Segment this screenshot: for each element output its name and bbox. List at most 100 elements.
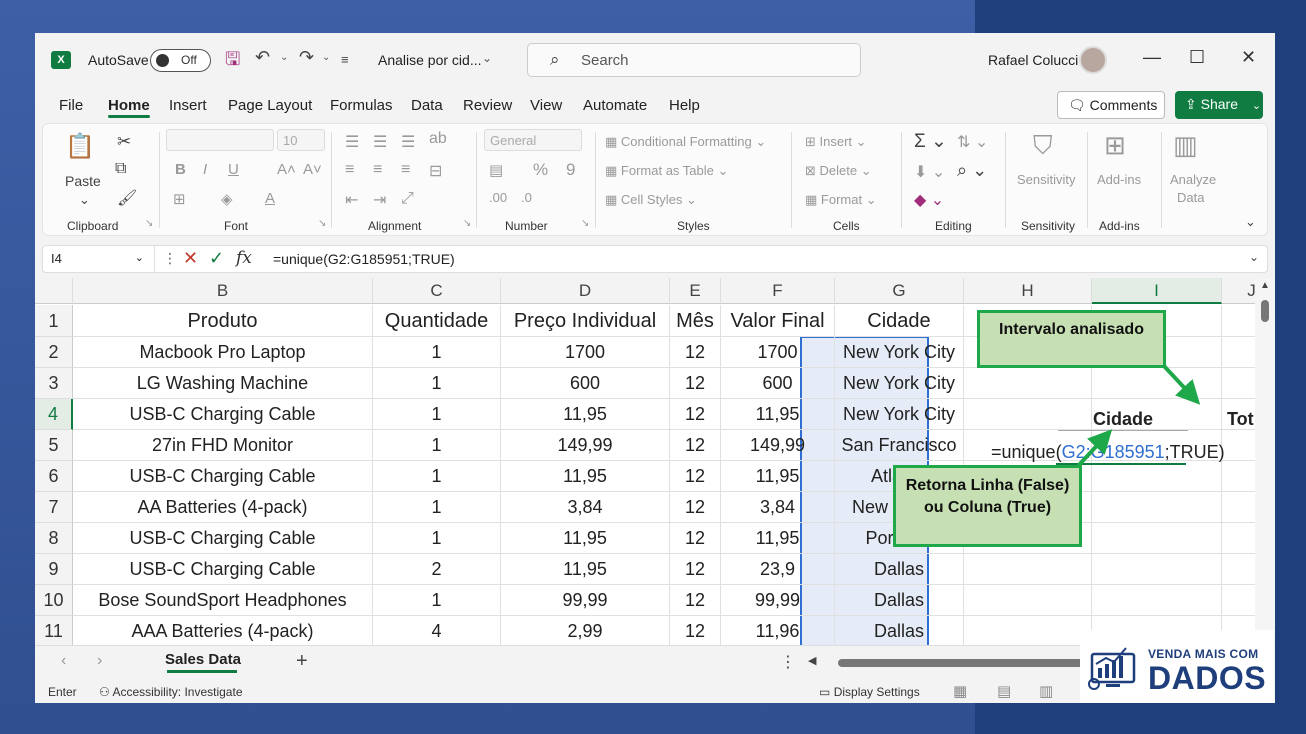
tab-home[interactable]: Home [108,97,150,114]
table-cell[interactable]: 23,9 [721,554,835,585]
sheet-tab-sales-data[interactable]: Sales Data [157,646,249,676]
unique-formula-cell[interactable]: =unique(G2:G185951;TRUE) [991,442,1225,463]
comma-icon[interactable]: 9 [566,160,575,180]
share-button[interactable]: ⇪ Share ⌄ [1175,91,1263,119]
table-cell[interactable]: New York City [835,399,964,430]
normal-view-icon[interactable]: ▦ [953,682,967,700]
sensitivity-button[interactable]: Sensitivity [1017,172,1076,187]
table-cell[interactable]: 11,95 [501,523,670,554]
row-header-6[interactable]: 6 [35,461,73,492]
name-box[interactable]: I4 ⌄ [43,246,155,272]
table-header-cell[interactable]: Cidade [835,305,964,337]
table-cell[interactable]: 11,95 [721,523,835,554]
column-header-h[interactable]: H [964,278,1092,304]
table-cell[interactable]: 2,99 [501,616,670,645]
horizontal-scroll-thumb[interactable] [838,659,1088,667]
tab-page-layout[interactable]: Page Layout [228,97,312,114]
number-launcher-icon[interactable]: ↘ [581,218,589,229]
table-header-cell[interactable]: Quantidade [373,305,501,337]
format-as-table-button[interactable]: ▦ Format as Table ⌄ [605,163,728,179]
tab-help[interactable]: Help [669,97,700,114]
add-ins-icon[interactable]: ⊞ [1104,130,1126,161]
tab-view[interactable]: View [530,97,562,114]
table-cell[interactable]: USB-C Charging Cable [73,399,373,430]
analyze-data-label[interactable]: Data [1177,190,1204,205]
user-name[interactable]: Rafael Colucci [988,52,1078,68]
add-ins-button[interactable]: Add-ins [1097,172,1141,187]
analyze-data-icon[interactable]: ▥ [1173,130,1198,161]
copy-icon[interactable]: ⧉ [115,160,126,178]
text-direction-icon[interactable]: ⤢ [401,190,414,208]
column-header-g[interactable]: G [835,278,964,304]
vertical-scroll-thumb[interactable] [1261,300,1269,322]
table-cell[interactable]: 1 [373,492,501,523]
comments-button[interactable]: 🗨 Comments [1057,91,1165,119]
column-header-f[interactable]: F [721,278,835,304]
sort-filter-icon[interactable]: ⇅ ⌄ [957,132,988,152]
autosave-toggle[interactable]: Off [150,49,211,72]
table-cell[interactable]: 1 [373,337,501,368]
table-cell[interactable]: LG Washing Machine [73,368,373,399]
scroll-left-icon[interactable]: ◀ [808,654,816,667]
table-cell[interactable]: 600 [721,368,835,399]
table-cell[interactable]: San Francisco [835,430,964,461]
table-cell[interactable]: AA Batteries (4-pack) [73,492,373,523]
redo-dropdown-icon[interactable]: ⌄ [322,52,330,63]
row-header-9[interactable]: 9 [35,554,73,585]
wrap-text-icon[interactable]: ⊟ [429,161,442,181]
table-cell[interactable]: 1 [373,523,501,554]
table-cell[interactable]: 3,84 [721,492,835,523]
align-center-icon[interactable]: ≡ [373,161,382,179]
expand-formula-icon[interactable]: ⌄ [1249,250,1259,264]
row-header-3[interactable]: 3 [35,368,73,399]
empty-cell[interactable] [1092,523,1222,554]
decrease-indent-icon[interactable]: ⇤ [345,190,358,210]
row-header-8[interactable]: 8 [35,523,73,554]
cidade-header[interactable]: Cidade [1058,409,1188,431]
table-cell[interactable]: 99,99 [721,585,835,616]
tab-file[interactable]: File [59,97,83,114]
table-cell[interactable]: USB-C Charging Cable [73,523,373,554]
avatar[interactable] [1079,46,1107,74]
number-format-field[interactable]: General [484,129,582,151]
redo-icon[interactable]: ↷ [299,47,314,68]
empty-cell[interactable] [964,585,1092,616]
page-layout-view-icon[interactable]: ▤ [997,682,1011,700]
paste-chevron-icon[interactable]: ⌄ [79,192,90,208]
table-cell[interactable]: 1700 [501,337,670,368]
table-cell[interactable]: 1 [373,368,501,399]
name-box-chevron-icon[interactable]: ⌄ [135,251,144,264]
table-cell[interactable]: 12 [670,430,721,461]
tab-data[interactable]: Data [411,97,443,114]
format-painter-icon[interactable]: 🖌 [117,188,137,208]
underline-icon[interactable]: U [228,161,239,178]
table-cell[interactable]: 149,99 [501,430,670,461]
column-header-d[interactable]: D [501,278,670,304]
table-cell[interactable]: Dallas [835,554,964,585]
analyze-label[interactable]: Analyze [1170,172,1216,187]
next-sheet-icon[interactable]: › [97,652,102,670]
table-cell[interactable]: 3,84 [501,492,670,523]
tabs-menu-icon[interactable]: ⋮ [780,652,796,672]
table-cell[interactable]: 11,95 [721,461,835,492]
empty-cell[interactable] [1092,461,1222,492]
row-header-10[interactable]: 10 [35,585,73,616]
table-header-cell[interactable]: Mês [670,305,721,337]
total-header[interactable]: Tot [1227,409,1254,430]
ribbon-collapse-icon[interactable]: ⌄ [1245,214,1256,230]
row-header-1[interactable]: 1 [35,305,73,337]
align-right-icon[interactable]: ≡ [401,161,410,179]
column-header-c[interactable]: C [373,278,501,304]
select-all-corner[interactable] [35,278,73,304]
insert-function-icon[interactable]: fx [236,248,252,268]
empty-cell[interactable] [964,554,1092,585]
save-icon[interactable]: 🖫 [225,47,240,77]
close-icon[interactable]: ✕ [1241,47,1256,68]
table-cell[interactable]: 27in FHD Monitor [73,430,373,461]
table-cell[interactable]: 12 [670,616,721,645]
maximize-icon[interactable]: ☐ [1189,47,1205,68]
table-cell[interactable]: 11,95 [501,461,670,492]
table-cell[interactable]: 12 [670,337,721,368]
row-header-7[interactable]: 7 [35,492,73,523]
table-cell[interactable]: New York City [835,368,964,399]
